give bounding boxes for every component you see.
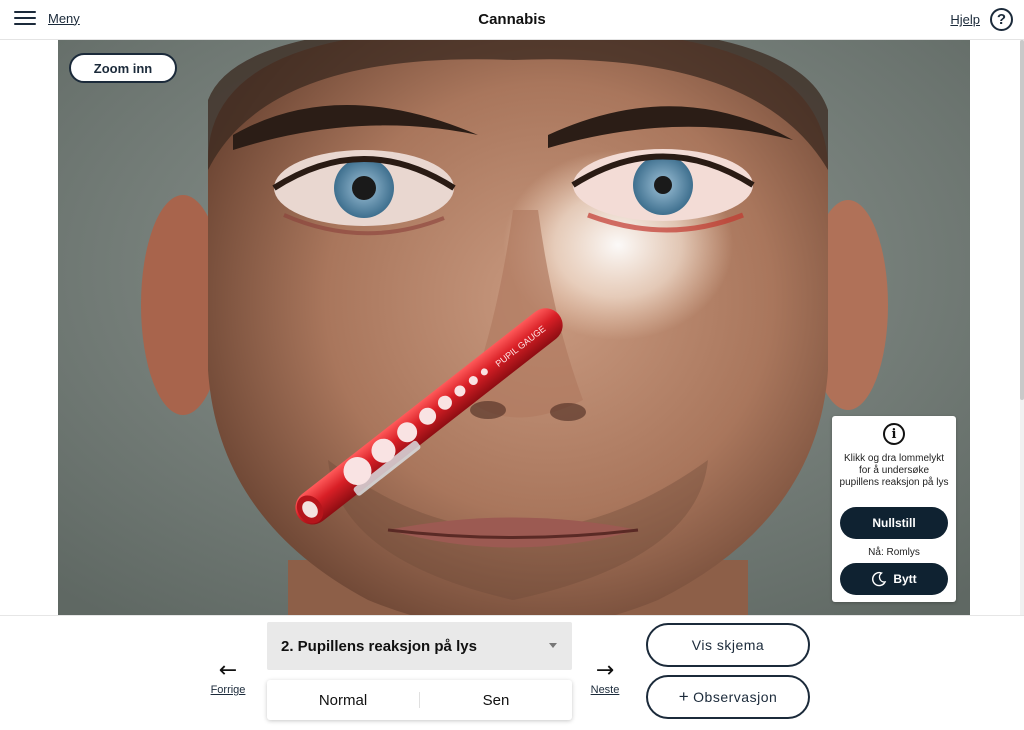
- switch-light-button[interactable]: Bytt: [840, 563, 948, 595]
- option-sen[interactable]: Sen: [420, 680, 572, 720]
- info-icon: i: [883, 423, 905, 445]
- moon-icon: [872, 571, 887, 587]
- arrow-right-icon: →: [595, 658, 615, 683]
- question-icon: ?: [990, 8, 1013, 31]
- info-instruction: Klikk og dra lommelykt for å undersøke p…: [839, 453, 949, 488]
- top-bar: Meny Cannabis Hjelp ?: [0, 0, 1024, 40]
- previous-button[interactable]: ← Forrige: [205, 658, 251, 697]
- show-schema-button[interactable]: Vis skjema: [646, 623, 810, 667]
- add-observation-button[interactable]: + Observasjon: [646, 675, 810, 719]
- step-select[interactable]: 2. Pupillens reaksjon på lys: [267, 622, 572, 670]
- next-label: Neste: [590, 684, 620, 696]
- scrollbar-thumb[interactable]: [1020, 40, 1024, 400]
- help-label: Hjelp: [950, 12, 980, 27]
- option-normal[interactable]: Normal: [267, 680, 419, 720]
- reset-button[interactable]: Nullstill: [840, 507, 948, 539]
- current-light-state: Nå: Romlys: [868, 547, 920, 558]
- info-panel: i Klikk og dra lommelykt for å undersøke…: [832, 416, 956, 602]
- next-button[interactable]: → Neste: [585, 658, 625, 697]
- switch-label: Bytt: [893, 572, 917, 586]
- help-button[interactable]: Hjelp ?: [950, 8, 1013, 31]
- plus-icon: +: [678, 687, 690, 706]
- finding-options: Normal Sen: [267, 680, 572, 720]
- step-select-value: 2. Pupillens reaksjon på lys: [281, 638, 477, 655]
- caret-down-icon: [549, 643, 557, 648]
- zoom-in-button[interactable]: Zoom inn: [69, 53, 177, 83]
- observation-label: Observasjon: [693, 689, 778, 705]
- page-title: Cannabis: [478, 11, 546, 28]
- arrow-left-icon: ←: [218, 658, 238, 683]
- previous-label: Forrige: [210, 684, 246, 696]
